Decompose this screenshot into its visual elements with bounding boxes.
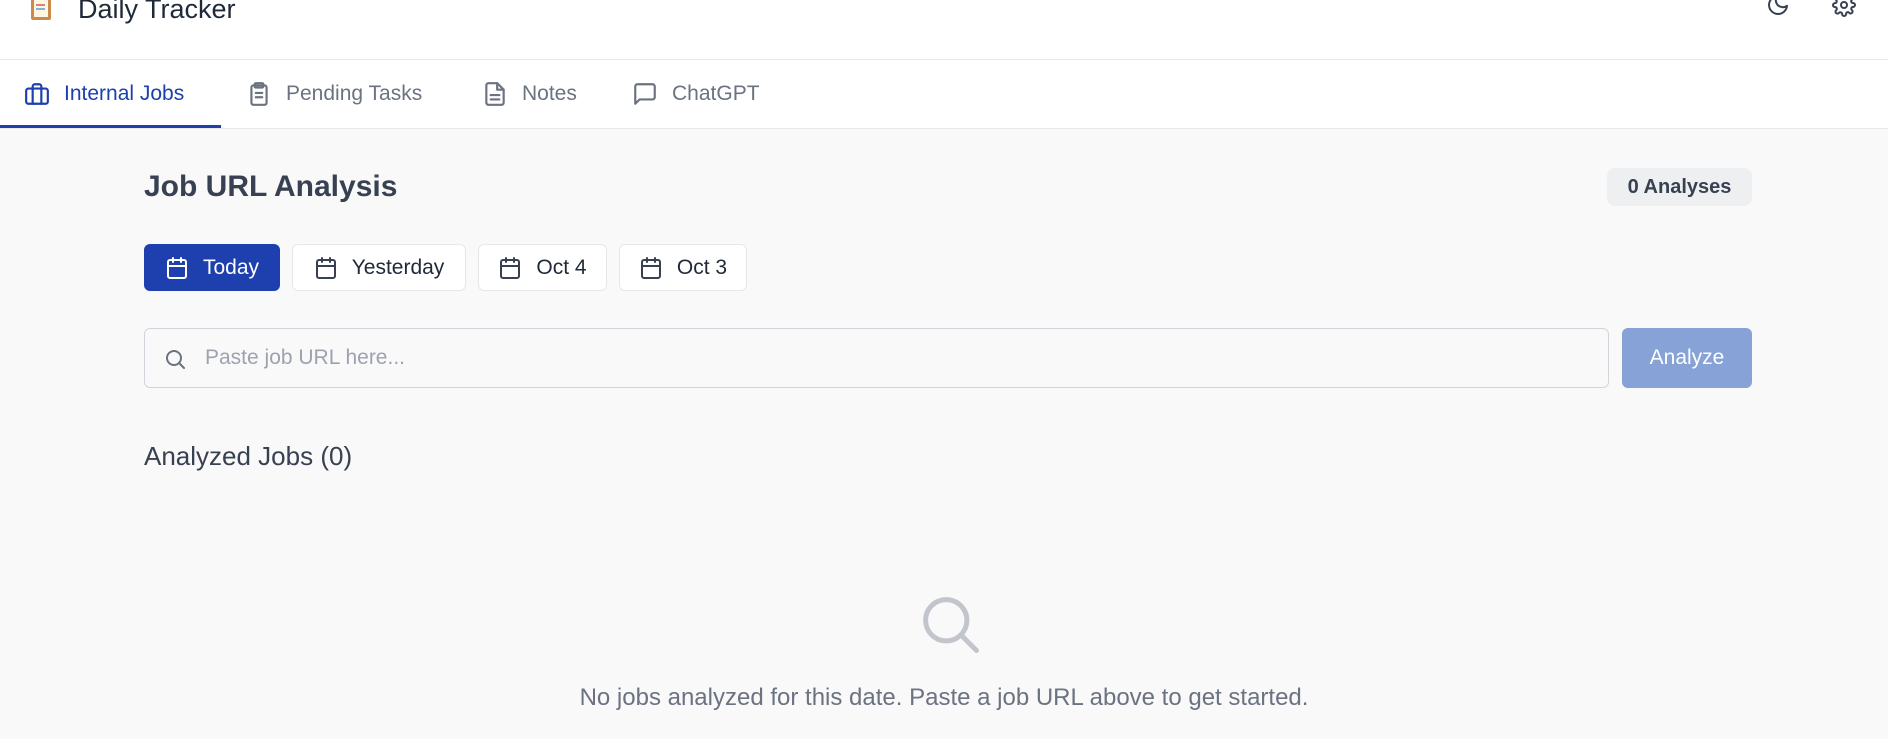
date-filter-label: Yesterday [351,255,445,279]
chat-icon [632,81,658,107]
clipboard-icon [246,81,272,107]
date-filter-today[interactable]: Today [144,244,280,291]
analyzed-jobs-heading: Analyzed Jobs (0) [144,441,353,471]
document-icon [482,81,508,107]
tab-label: Notes [522,82,577,105]
calendar-icon [314,256,338,280]
date-filter-label: Oct 4 [536,255,587,279]
gear-icon [1832,0,1856,22]
calendar-icon [639,256,663,280]
analyses-count-badge: 0 Analyses [1607,168,1752,206]
settings-button[interactable] [1831,0,1857,20]
clipboard-logo-icon [26,0,56,22]
tab-pending-tasks[interactable]: Pending Tasks [246,60,422,128]
moon-icon [1766,0,1790,22]
tab-notes[interactable]: Notes [482,60,577,128]
date-filter-oct-4[interactable]: Oct 4 [478,244,607,291]
app-root: Daily Tracker Internal Jobs Pending Task… [0,0,1888,739]
empty-state-message: No jobs analyzed for this date. Paste a … [579,684,1309,711]
empty-search-icon [916,590,982,656]
date-filter-label: Oct 3 [676,255,728,279]
briefcase-icon [24,81,50,107]
tab-label: ChatGPT [672,82,760,105]
tab-bar: Internal Jobs Pending Tasks Notes ChatGP… [0,60,1888,129]
date-filter-label: Today [202,255,260,279]
date-filter-oct-3[interactable]: Oct 3 [619,244,747,291]
calendar-icon [165,256,189,280]
active-tab-indicator [0,125,221,128]
search-icon [163,347,187,371]
app-header: Daily Tracker [0,0,1888,60]
tab-internal-jobs[interactable]: Internal Jobs [24,60,184,128]
page-title: Job URL Analysis [144,170,398,203]
job-url-search-box [144,328,1609,388]
tab-label: Pending Tasks [286,82,423,105]
analyze-button[interactable]: Analyze [1622,328,1752,388]
app-title: Daily Tracker [78,0,236,24]
tab-label: Internal Jobs [64,82,185,105]
date-filter-yesterday[interactable]: Yesterday [292,244,466,291]
theme-toggle-button[interactable] [1765,0,1791,20]
calendar-icon [498,256,522,280]
tab-chatgpt[interactable]: ChatGPT [632,60,760,128]
job-url-input[interactable] [205,329,1595,387]
